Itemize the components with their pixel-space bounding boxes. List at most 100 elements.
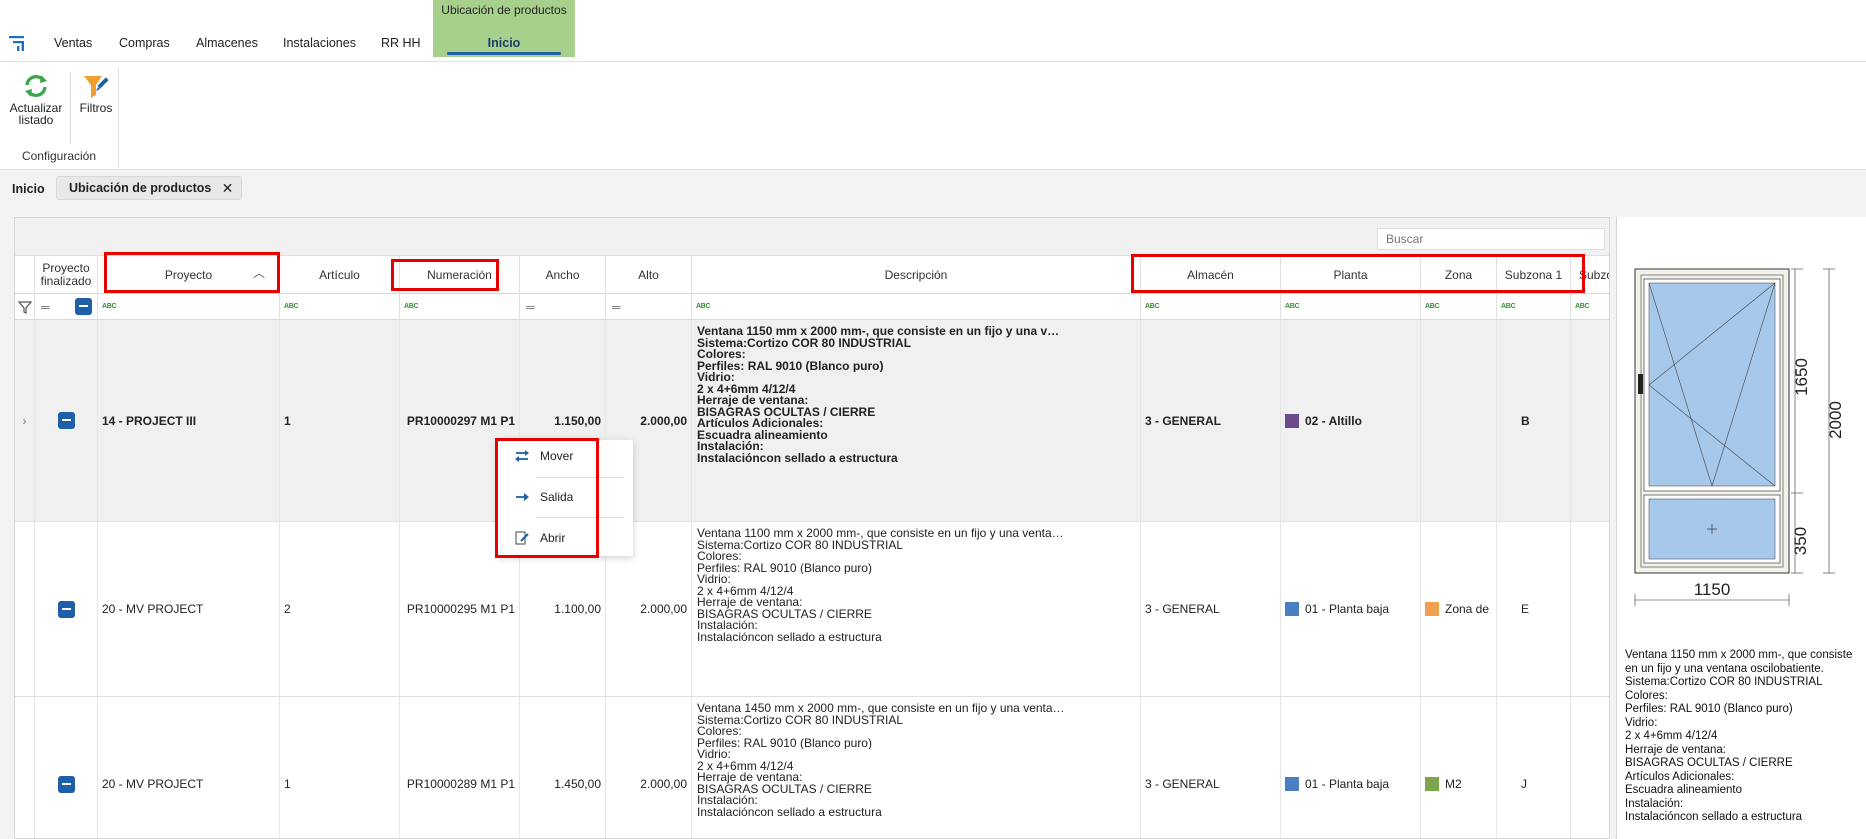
desc-line: Ventana 1150 mm x 2000 mm-, que consiste…: [697, 326, 1065, 338]
table-row[interactable]: 20 - MV PROJECT 2 PR10000295 M1 P1 1.100…: [15, 522, 1609, 697]
menu-item-mover[interactable]: Mover: [506, 444, 626, 468]
filter-icon[interactable]: [18, 300, 32, 314]
cell-proyecto: 14 - PROJECT III: [98, 320, 280, 521]
filter-row: ═ ABC ABC ABC ═ ═ ABC ABC ABC ABC ABC AB…: [15, 294, 1609, 320]
col-articulo[interactable]: Artículo: [280, 256, 400, 294]
description-lines: Ventana 1150 mm x 2000 mm-, que consiste…: [697, 326, 1065, 464]
menu-item-abrir[interactable]: Abrir: [506, 526, 626, 550]
preview-desc-line: Ventana 1150 mm x 2000 mm-, que consiste: [1625, 649, 1853, 661]
menu-item-salida[interactable]: Salida: [506, 485, 626, 509]
equals-icon: ═: [612, 300, 621, 314]
menu-compras[interactable]: Compras: [119, 36, 170, 50]
text-filter-icon: ABC: [1425, 303, 1440, 310]
filter-icon: [84, 76, 109, 98]
menu-almacenes[interactable]: Almacenes: [196, 36, 258, 50]
filter-subzona2[interactable]: ABC: [1571, 294, 1609, 320]
grid-header: Proyecto finalizado Proyecto ︿ Artículo …: [15, 256, 1609, 294]
filter-almacen[interactable]: ABC: [1141, 294, 1281, 320]
filter-proyecto[interactable]: ABC: [98, 294, 280, 320]
cell-planta: 01 - Planta baja: [1281, 522, 1421, 696]
cell-descripcion: Ventana 1150 mm x 2000 mm-, que consiste…: [692, 320, 1141, 521]
col-subzona1[interactable]: Subzona 1: [1497, 256, 1571, 294]
desc-line: Vidrio:: [697, 574, 731, 586]
cell-proyecto: 20 - MV PROJECT: [98, 522, 280, 696]
col-subzona2[interactable]: Subzo: [1571, 256, 1609, 294]
filter-checkbox[interactable]: [75, 298, 92, 315]
desc-line: Herraje de ventana:: [697, 597, 803, 609]
preview-description: Ventana 1150 mm x 2000 mm-, que consiste…: [1625, 649, 1865, 825]
cell-subzona2: [1571, 522, 1609, 696]
arrow-right-icon: [516, 493, 529, 501]
doctab-ubicacion[interactable]: Ubicación de productos ✕: [56, 176, 243, 200]
doctab-home[interactable]: Inicio: [12, 182, 45, 196]
desc-line: 2 x 4+6mm 4/12/4: [697, 383, 796, 395]
cell-zona: Zona de: [1421, 522, 1497, 696]
desc-line: 2 x 4+6mm 4/12/4: [697, 760, 794, 772]
filter-alto[interactable]: ═: [606, 294, 692, 320]
grid-toolbar: [15, 218, 1609, 256]
refresh-list-button[interactable]: Actualizar listado: [6, 72, 66, 126]
col-planta[interactable]: Planta: [1281, 256, 1421, 294]
document-tabs: Inicio Ubicación de productos ✕: [0, 170, 1866, 204]
menu-rrhh[interactable]: RR HH: [381, 36, 421, 50]
text-filter-icon: ABC: [404, 303, 419, 310]
filter-ancho[interactable]: ═: [520, 294, 606, 320]
filters-button[interactable]: Filtros: [76, 72, 116, 114]
col-proyecto-finalizado[interactable]: Proyecto finalizado: [35, 256, 98, 294]
desc-line: Instalacióncon sellado a estructura: [697, 806, 882, 818]
col-alto[interactable]: Alto: [606, 256, 692, 294]
filter-descripcion[interactable]: ABC: [692, 294, 1141, 320]
table-row[interactable]: › 14 - PROJECT III 1 PR10000297 M1 P1 1.…: [15, 320, 1609, 522]
filter-planta[interactable]: ABC: [1281, 294, 1421, 320]
close-icon[interactable]: ✕: [222, 177, 234, 199]
desc-line: Ventana 1450 mm x 2000 mm-, que consiste…: [697, 703, 1065, 715]
planta-label: 02 - Altillo: [1305, 413, 1362, 428]
cell-subzona2: [1571, 320, 1609, 521]
row-checkbox[interactable]: [57, 775, 75, 793]
filter-subzona1[interactable]: ABC: [1497, 294, 1571, 320]
row-expand-cell: [15, 697, 35, 838]
col-zona[interactable]: Zona: [1421, 256, 1497, 294]
description-lines: Ventana 1450 mm x 2000 mm-, que consiste…: [697, 703, 1065, 818]
search-input[interactable]: [1377, 228, 1605, 250]
filter-finalizado[interactable]: ═: [35, 294, 98, 320]
filter-articulo[interactable]: ABC: [280, 294, 400, 320]
doctab-label: Ubicación de productos: [69, 181, 212, 195]
cell-almacen: 3 - GENERAL: [1141, 320, 1281, 521]
cell-numeracion: PR10000289 M1 P1: [400, 697, 520, 838]
desc-line: Sistema:Cortizo COR 80 INDUSTRIAL: [697, 337, 912, 349]
menu-ventas[interactable]: Ventas: [54, 36, 92, 50]
col-numeracion[interactable]: Numeración: [400, 256, 520, 294]
ribbon: Actualizar listado Filtros Configuración: [0, 62, 1866, 170]
preview-desc-line: Perfiles: RAL 9010 (Blanco puro): [1625, 703, 1793, 715]
table-row[interactable]: 20 - MV PROJECT 1 PR10000289 M1 P1 1.450…: [15, 697, 1609, 838]
desc-line: Instalación:: [697, 795, 758, 807]
filter-numeracion[interactable]: ABC: [400, 294, 520, 320]
desc-line: Instalación:: [697, 620, 758, 632]
cell-subzona1: J: [1497, 697, 1571, 838]
menu-separator: [536, 477, 624, 478]
dim-width-label: 1150: [1693, 580, 1731, 599]
row-expand-icon[interactable]: ›: [15, 320, 35, 521]
col-ancho[interactable]: Ancho: [520, 256, 606, 294]
filter-zona[interactable]: ABC: [1421, 294, 1497, 320]
app-logo-icon[interactable]: [8, 34, 26, 52]
row-finalizado-cell: [35, 522, 98, 696]
row-checkbox[interactable]: [57, 600, 75, 618]
text-filter-icon: ABC: [1575, 303, 1590, 310]
col-almacen[interactable]: Almacén: [1141, 256, 1281, 294]
preview-panel: 1650 350 2000 1150 Ventana 1150 mm x 200…: [1616, 217, 1866, 839]
preview-desc-line: Instalación:: [1625, 797, 1684, 810]
desc-line: Artículos Adicionales:: [697, 418, 824, 430]
desc-line: Sistema:Cortizo COR 80 INDUSTRIAL: [697, 539, 904, 551]
dim-height-label: 2000: [1826, 401, 1845, 439]
desc-line: 2 x 4+6mm 4/12/4: [697, 585, 794, 597]
col-descripcion[interactable]: Descripción: [692, 256, 1141, 294]
menu-instalaciones[interactable]: Instalaciones: [283, 36, 356, 50]
cell-articulo: 1: [280, 697, 400, 838]
row-checkbox[interactable]: [57, 412, 75, 429]
tab-inicio[interactable]: Inicio: [433, 36, 575, 50]
col-proyecto[interactable]: Proyecto ︿: [98, 256, 280, 294]
desc-line: Colores:: [697, 349, 746, 361]
cell-proyecto: 20 - MV PROJECT: [98, 697, 280, 838]
